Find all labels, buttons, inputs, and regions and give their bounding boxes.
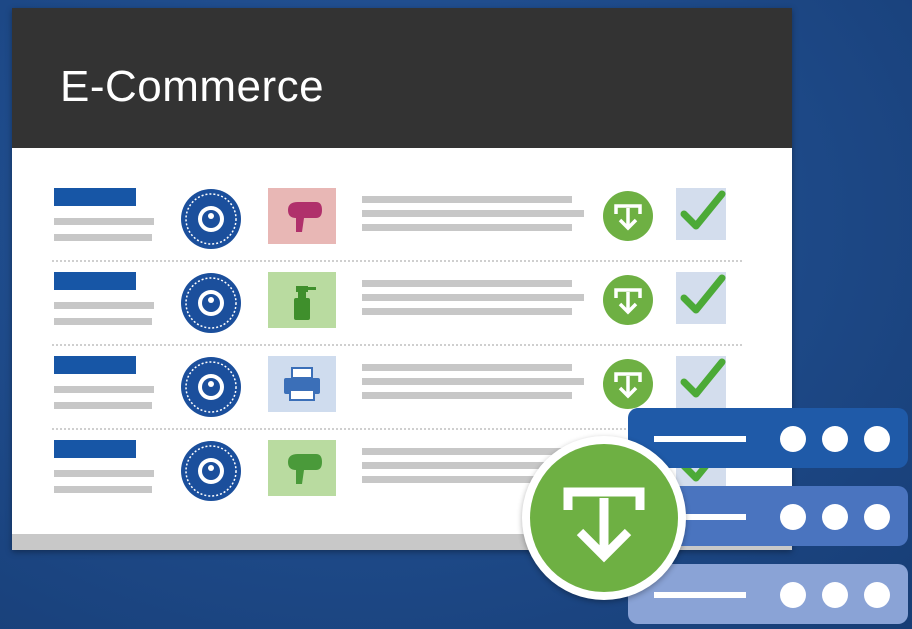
text-placeholder-line (362, 280, 572, 287)
text-placeholder-line (54, 486, 152, 493)
text-placeholder-line (362, 392, 572, 399)
product-name-placeholder (54, 440, 136, 458)
eco-label-badge-icon (180, 356, 242, 418)
window-header: E-Commerce (12, 8, 792, 148)
text-placeholder-line (54, 302, 154, 309)
server-led (822, 582, 848, 608)
server-led (864, 426, 890, 452)
text-placeholder-line (54, 470, 154, 477)
download-circle-icon[interactable] (602, 358, 654, 410)
text-placeholder-line (362, 294, 584, 301)
text-placeholder-line (362, 364, 572, 371)
download-circle-icon[interactable] (602, 274, 654, 326)
text-placeholder-line (54, 318, 152, 325)
product-thumbnail (268, 356, 336, 412)
server-led (822, 504, 848, 530)
product-name-placeholder (54, 188, 136, 206)
text-placeholder-line (54, 234, 152, 241)
server-led (780, 426, 806, 452)
product-thumbnail (268, 188, 336, 244)
text-placeholder-line (54, 402, 152, 409)
eco-label-badge-icon (180, 272, 242, 334)
checkbox[interactable] (676, 272, 726, 324)
checkbox[interactable] (676, 188, 726, 240)
eco-label-badge-icon (180, 188, 242, 250)
text-placeholder-line (362, 378, 584, 385)
checkmark-icon (680, 358, 726, 398)
product-thumbnail (268, 440, 336, 496)
checkmark-icon (680, 190, 726, 230)
server-led (822, 426, 848, 452)
text-placeholder-line (362, 308, 572, 315)
list-item (12, 272, 792, 356)
row-divider (52, 344, 742, 346)
big-download-icon[interactable] (522, 436, 686, 600)
text-placeholder-line (362, 210, 584, 217)
product-thumbnail (268, 272, 336, 328)
checkmark-icon (680, 274, 726, 314)
page-title: E-Commerce (60, 62, 325, 111)
checkbox[interactable] (676, 356, 726, 408)
text-placeholder-line (54, 218, 154, 225)
eco-label-badge-icon (180, 440, 242, 502)
text-placeholder-line (362, 196, 572, 203)
text-placeholder-line (54, 386, 154, 393)
list-item (12, 188, 792, 272)
product-name-placeholder (54, 356, 136, 374)
server-led (780, 504, 806, 530)
server-led (864, 582, 890, 608)
text-placeholder-line (362, 224, 572, 231)
product-name-placeholder (54, 272, 136, 290)
server-led (780, 582, 806, 608)
row-divider (52, 260, 742, 262)
download-circle-icon[interactable] (602, 190, 654, 242)
server-led (864, 504, 890, 530)
